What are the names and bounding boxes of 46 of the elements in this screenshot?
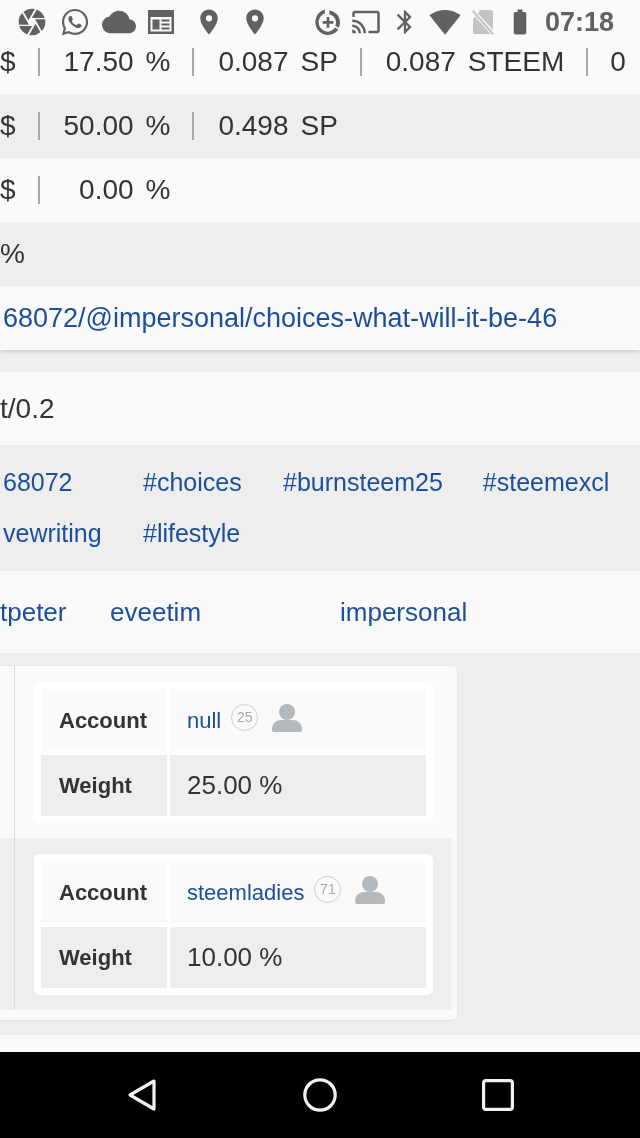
amount-value: $	[0, 45, 16, 79]
tag-link[interactable]: #burnsteem25	[283, 468, 443, 496]
amount-value: 50.00	[63, 109, 134, 143]
account-link[interactable]: null	[187, 703, 222, 737]
amount-value: 0.00	[79, 173, 134, 207]
weight-value: 10.00 %	[187, 941, 283, 974]
tag-link[interactable]: #choices	[143, 468, 242, 496]
person-icon	[272, 704, 303, 732]
amount-value: 0.087	[385, 45, 456, 79]
amount-unit: STEEM	[467, 45, 565, 79]
amount-unit: %	[145, 109, 171, 143]
field-label: Account	[59, 878, 147, 907]
amount-value: $	[0, 173, 16, 207]
weight-value: 25.00 %	[187, 769, 283, 802]
post-link[interactable]: 68072/@impersonal/choices-what-will-it-be-46	[3, 297, 558, 339]
amount-value: 0	[610, 45, 626, 79]
newspaper-icon	[148, 10, 174, 34]
aperture-icon	[16, 6, 48, 38]
amount-value: 0.498	[218, 109, 289, 143]
status-time: 07:18	[544, 8, 614, 36]
recents-icon	[482, 1079, 514, 1111]
cell-text: %	[0, 237, 25, 271]
tag-link[interactable]: #lifestyle	[143, 519, 241, 547]
amount-unit: %	[145, 173, 171, 207]
account-link[interactable]: impersonal	[340, 596, 468, 627]
amount-value: $	[0, 109, 16, 143]
amount-unit: SP	[300, 45, 338, 79]
person-icon	[355, 876, 386, 904]
field-label: Account	[59, 706, 147, 735]
field-label: Weight	[59, 772, 132, 800]
phone-bubble-icon	[60, 7, 90, 37]
amount-unit: %	[145, 45, 171, 79]
amount-value: 0.087	[218, 45, 289, 79]
field-label: Weight	[59, 944, 132, 972]
account-link[interactable]: steemladies	[187, 875, 305, 909]
no-sim-icon	[470, 9, 495, 35]
tag-link[interactable]: vewriting	[3, 519, 102, 547]
account-link[interactable]: tpeter	[0, 596, 67, 627]
amount-unit: SP	[300, 109, 338, 143]
cell-text: t/0.2	[0, 391, 55, 426]
home-icon	[303, 1078, 337, 1112]
back-icon	[127, 1078, 157, 1112]
account-link[interactable]: eveetim	[110, 596, 202, 627]
tag-link[interactable]: 68072	[3, 468, 73, 496]
tag-link[interactable]: #steemexcl	[482, 468, 610, 496]
amount-value: 17.50	[63, 45, 134, 79]
